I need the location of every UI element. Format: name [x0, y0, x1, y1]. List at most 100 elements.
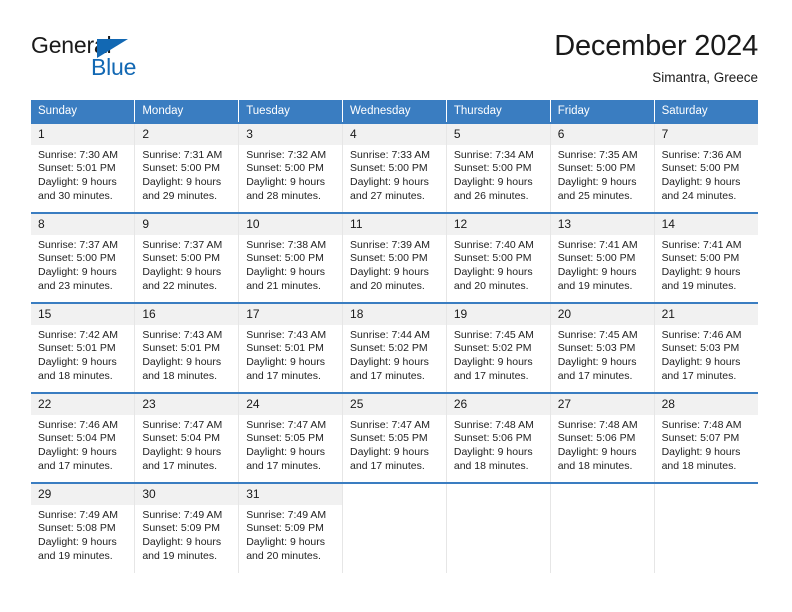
- day-cell-30[interactable]: 30 Sunrise: 7:49 AM Sunset: 5:09 PM Dayligh…: [134, 481, 240, 573]
- title-block: December 2024 Simantra, Greece: [554, 28, 758, 87]
- sunset-text: Sunset: 5:02 PM: [453, 342, 532, 355]
- day-cell-13[interactable]: 13 Sunrise: 7:41 AM Sunset: 5:00 PM Dayligh…: [550, 211, 655, 303]
- day-details: Sunrise: 7:37 AM Sunset: 5:00 PM Daylight:…: [31, 235, 134, 294]
- daylight-text-line2: and 27 minutes.: [350, 189, 425, 202]
- day-number: 10: [239, 213, 343, 235]
- daylight-text-line1: Daylight: 9 hours: [246, 175, 325, 188]
- sunset-text: Sunset: 5:00 PM: [38, 252, 116, 265]
- day-cell-5[interactable]: 5 Sunrise: 7:34 AM Sunset: 5:00 PM Daylight…: [446, 121, 551, 213]
- daylight-text-line1: Daylight: 9 hours: [453, 355, 533, 368]
- day-cell-15[interactable]: 15 Sunrise: 7:42 AM Sunset: 5:01 PM Dayligh…: [31, 301, 136, 393]
- day-cell-11[interactable]: 11 Sunrise: 7:39 AM Sunset: 5:00 PM Dayligh…: [342, 211, 447, 303]
- empty-day-cell: [446, 481, 551, 573]
- day-cell-28[interactable]: 28 Sunrise: 7:48 AM Sunset: 5:07 PM Dayligh…: [654, 391, 758, 483]
- day-details: Sunrise: 7:41 AM Sunset: 5:00 PM Daylight:…: [551, 235, 654, 294]
- day-cell-19[interactable]: 19 Sunrise: 7:45 AM Sunset: 5:02 PM Dayligh…: [446, 301, 551, 393]
- sunset-text: Sunset: 5:09 PM: [142, 522, 220, 535]
- daylight-text-line1: Daylight: 9 hours: [246, 535, 325, 548]
- day-cell-14[interactable]: 14 Sunrise: 7:41 AM Sunset: 5:00 PM Dayligh…: [654, 211, 758, 303]
- calendar-week-row: 29 Sunrise: 7:49 AM Sunset: 5:08 PM Dayligh…: [31, 481, 758, 573]
- day-number: 20: [550, 303, 654, 325]
- sunrise-text: Sunrise: 7:47 AM: [246, 418, 327, 431]
- day-number: 21: [654, 303, 758, 325]
- empty-day-cell: [550, 481, 655, 573]
- day-number: 9: [135, 213, 239, 235]
- day-cell-21[interactable]: 21 Sunrise: 7:46 AM Sunset: 5:03 PM Dayligh…: [654, 301, 758, 393]
- general-blue-logo[interactable]: General Blue: [31, 28, 151, 86]
- daylight-text-line2: and 17 minutes.: [350, 459, 425, 472]
- daylight-text-line1: Daylight: 9 hours: [142, 355, 222, 368]
- sunrise-text: Sunrise: 7:35 AM: [557, 148, 638, 161]
- daylight-text-line2: and 19 minutes.: [38, 549, 113, 562]
- day-number: 30: [135, 483, 239, 505]
- day-cell-24[interactable]: 24 Sunrise: 7:47 AM Sunset: 5:05 PM Dayligh…: [238, 391, 344, 483]
- day-details: Sunrise: 7:41 AM Sunset: 5:00 PM Daylight:…: [655, 235, 758, 294]
- daylight-text-line1: Daylight: 9 hours: [142, 445, 222, 458]
- day-cell-12[interactable]: 12 Sunrise: 7:40 AM Sunset: 5:00 PM Dayligh…: [446, 211, 551, 303]
- day-cell-16[interactable]: 16 Sunrise: 7:43 AM Sunset: 5:01 PM Dayligh…: [134, 301, 240, 393]
- sunrise-text: Sunrise: 7:42 AM: [38, 328, 118, 341]
- daylight-text-line2: and 29 minutes.: [142, 189, 218, 202]
- day-details: Sunrise: 7:47 AM Sunset: 5:05 PM Daylight:…: [239, 415, 342, 474]
- day-number: 14: [654, 213, 758, 235]
- day-number: 15: [31, 303, 135, 325]
- sunrise-text: Sunrise: 7:36 AM: [661, 148, 742, 161]
- sunset-text: Sunset: 5:06 PM: [453, 432, 532, 445]
- day-cell-25[interactable]: 25 Sunrise: 7:47 AM Sunset: 5:05 PM Dayligh…: [342, 391, 447, 483]
- sunset-text: Sunset: 5:09 PM: [246, 522, 324, 535]
- calendar-container: Sunday Monday Tuesday Wednesday Thursday Frid…: [0, 99, 792, 573]
- sunrise-text: Sunrise: 7:41 AM: [661, 238, 742, 251]
- calendar-body: 1 Sunrise: 7:30 AM Sunset: 5:01 PM Daylight…: [31, 121, 758, 573]
- sunrise-text: Sunrise: 7:49 AM: [246, 508, 327, 521]
- daylight-text-line2: and 23 minutes.: [38, 279, 113, 292]
- sunset-text: Sunset: 5:01 PM: [38, 162, 116, 175]
- day-details: Sunrise: 7:47 AM Sunset: 5:04 PM Daylight:…: [135, 415, 238, 474]
- day-cell-20[interactable]: 20 Sunrise: 7:45 AM Sunset: 5:03 PM Dayligh…: [550, 301, 655, 393]
- day-number: 11: [343, 213, 446, 235]
- day-cell-6[interactable]: 6 Sunrise: 7:35 AM Sunset: 5:00 PM Daylight…: [550, 121, 655, 213]
- day-details: Sunrise: 7:34 AM Sunset: 5:00 PM Daylight:…: [447, 145, 550, 204]
- day-cell-2[interactable]: 2 Sunrise: 7:31 AM Sunset: 5:00 PM Daylight…: [134, 121, 240, 213]
- day-cell-1[interactable]: 1 Sunrise: 7:30 AM Sunset: 5:01 PM Daylight…: [31, 121, 136, 213]
- day-cell-27[interactable]: 27 Sunrise: 7:48 AM Sunset: 5:06 PM Dayligh…: [550, 391, 655, 483]
- daylight-text-line2: and 30 minutes.: [38, 189, 113, 202]
- calendar-week-row: 1 Sunrise: 7:30 AM Sunset: 5:01 PM Daylight…: [31, 121, 758, 213]
- day-number: 26: [446, 393, 550, 415]
- day-details: Sunrise: 7:49 AM Sunset: 5:09 PM Daylight:…: [135, 505, 238, 564]
- calendar-header-row: Sunday Monday Tuesday Wednesday Thursday Frid…: [31, 99, 758, 123]
- daylight-text-line1: Daylight: 9 hours: [661, 265, 741, 278]
- daylight-text-line1: Daylight: 9 hours: [350, 265, 429, 278]
- daylight-text-line2: and 17 minutes.: [246, 459, 321, 472]
- daylight-text-line2: and 18 minutes.: [142, 369, 218, 382]
- day-cell-3[interactable]: 3 Sunrise: 7:32 AM Sunset: 5:00 PM Daylight…: [238, 121, 344, 213]
- day-details: Sunrise: 7:46 AM Sunset: 5:03 PM Daylight:…: [655, 325, 758, 384]
- sunrise-text: Sunrise: 7:30 AM: [38, 148, 118, 161]
- weekday-header-saturday: Saturday: [654, 99, 758, 123]
- sunrise-text: Sunrise: 7:33 AM: [350, 148, 430, 161]
- day-details: Sunrise: 7:46 AM Sunset: 5:04 PM Daylight:…: [31, 415, 134, 474]
- day-cell-10[interactable]: 10 Sunrise: 7:38 AM Sunset: 5:00 PM Dayligh…: [238, 211, 344, 303]
- daylight-text-line1: Daylight: 9 hours: [661, 175, 741, 188]
- day-cell-26[interactable]: 26 Sunrise: 7:48 AM Sunset: 5:06 PM Dayligh…: [446, 391, 551, 483]
- day-cell-31[interactable]: 31 Sunrise: 7:49 AM Sunset: 5:09 PM Dayligh…: [238, 481, 344, 573]
- day-cell-17[interactable]: 17 Sunrise: 7:43 AM Sunset: 5:01 PM Dayligh…: [238, 301, 344, 393]
- day-number: 4: [343, 123, 446, 145]
- day-cell-4[interactable]: 4 Sunrise: 7:33 AM Sunset: 5:00 PM Daylight…: [342, 121, 447, 213]
- day-cell-23[interactable]: 23 Sunrise: 7:47 AM Sunset: 5:04 PM Dayligh…: [134, 391, 240, 483]
- day-cell-8[interactable]: 8 Sunrise: 7:37 AM Sunset: 5:00 PM Daylight…: [31, 211, 136, 303]
- sunrise-text: Sunrise: 7:38 AM: [246, 238, 327, 251]
- day-cell-9[interactable]: 9 Sunrise: 7:37 AM Sunset: 5:00 PM Daylight…: [134, 211, 240, 303]
- day-details: Sunrise: 7:45 AM Sunset: 5:02 PM Daylight:…: [447, 325, 550, 384]
- day-details: Sunrise: 7:48 AM Sunset: 5:06 PM Daylight:…: [551, 415, 654, 474]
- day-cell-7[interactable]: 7 Sunrise: 7:36 AM Sunset: 5:00 PM Daylight…: [654, 121, 758, 213]
- day-details: Sunrise: 7:45 AM Sunset: 5:03 PM Daylight:…: [551, 325, 654, 384]
- day-cell-22[interactable]: 22 Sunrise: 7:46 AM Sunset: 5:04 PM Dayligh…: [31, 391, 136, 483]
- weekday-header-sunday: Sunday: [31, 99, 136, 123]
- sunset-text: Sunset: 5:00 PM: [661, 252, 740, 265]
- day-details: Sunrise: 7:44 AM Sunset: 5:02 PM Daylight:…: [343, 325, 446, 384]
- sunset-text: Sunset: 5:06 PM: [557, 432, 636, 445]
- day-cell-18[interactable]: 18 Sunrise: 7:44 AM Sunset: 5:02 PM Dayligh…: [342, 301, 447, 393]
- daylight-text-line2: and 18 minutes.: [38, 369, 113, 382]
- sunset-text: Sunset: 5:02 PM: [350, 342, 428, 355]
- day-cell-29[interactable]: 29 Sunrise: 7:49 AM Sunset: 5:08 PM Dayligh…: [31, 481, 136, 573]
